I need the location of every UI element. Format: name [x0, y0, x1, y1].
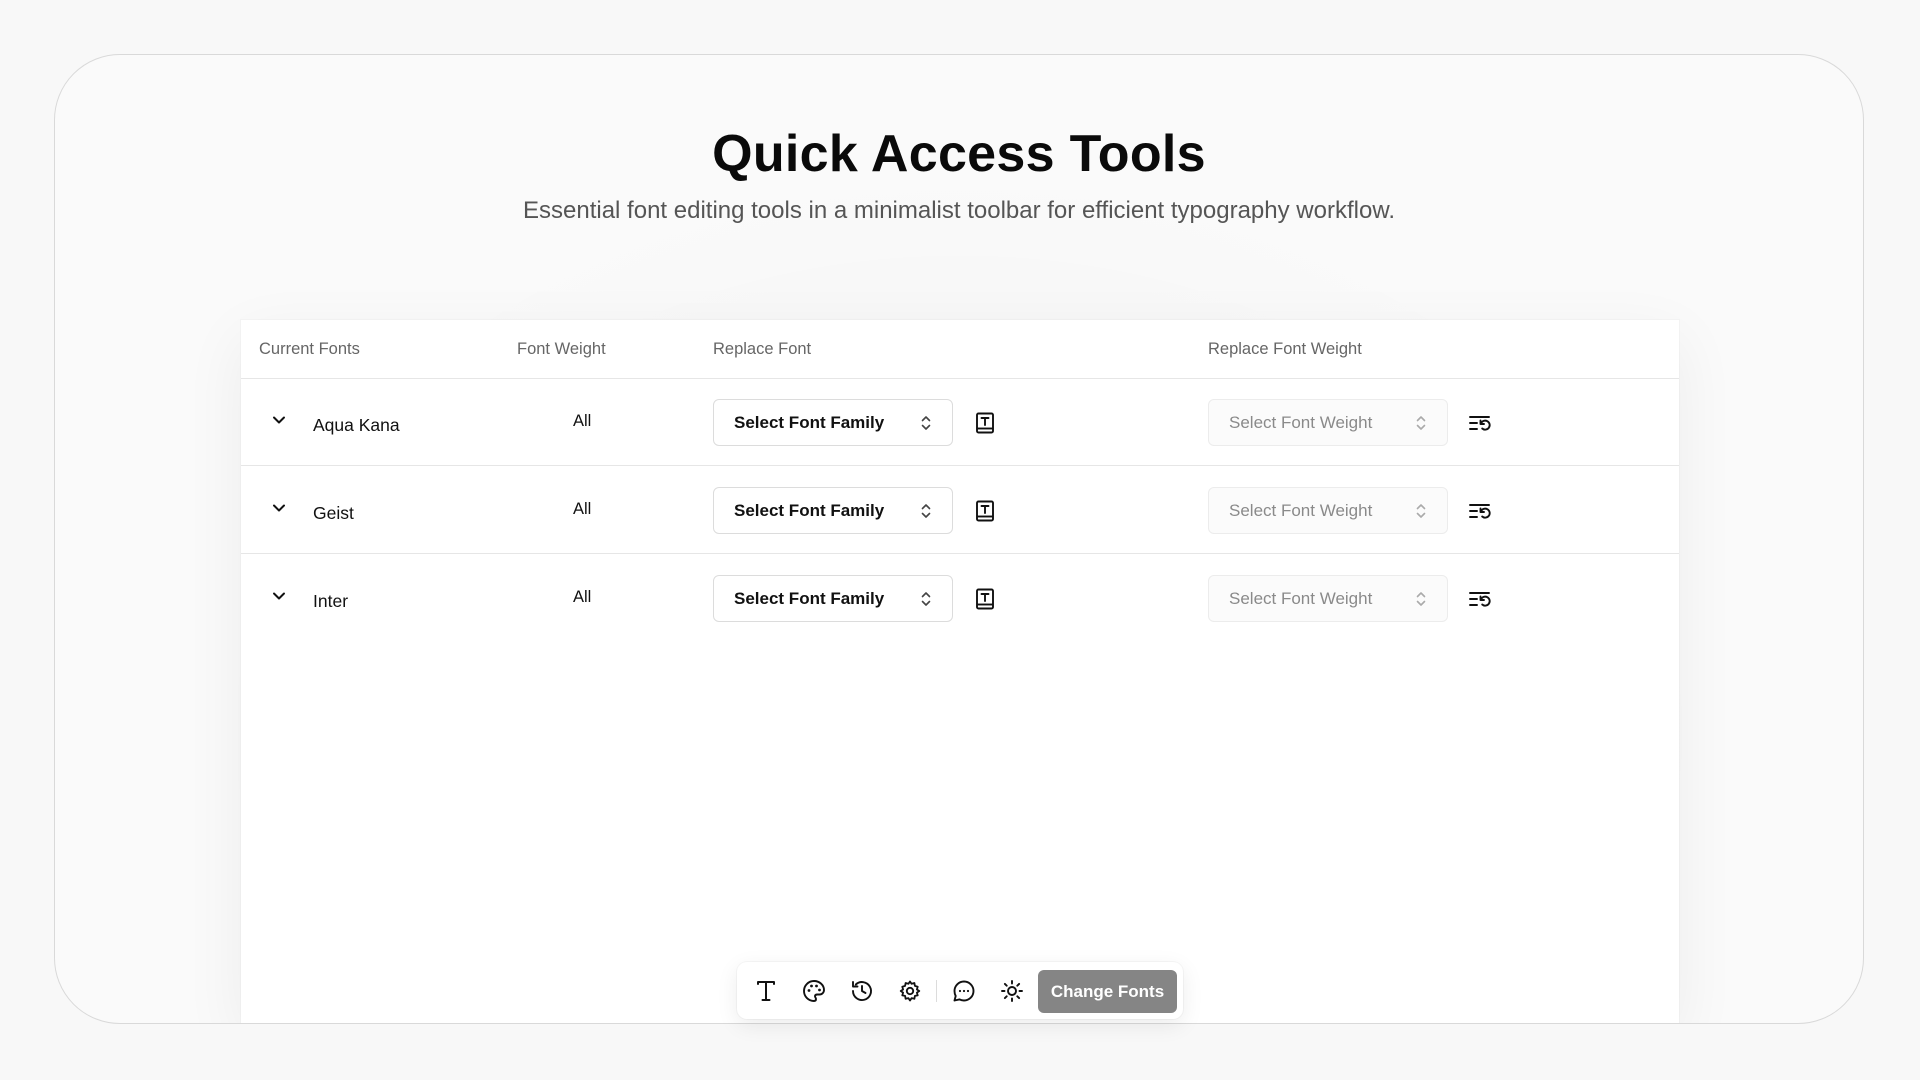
book-type-icon[interactable]: [973, 411, 997, 435]
font-weight-select[interactable]: Select Font Weight: [1208, 487, 1448, 534]
current-font-weight: All: [573, 588, 592, 606]
font-replacement-table: Current Fonts Font Weight Replace Font R…: [241, 320, 1679, 1023]
page-title: Quick Access Tools: [712, 125, 1206, 183]
font-family-select[interactable]: Select Font Family: [713, 399, 953, 446]
palette-icon[interactable]: [801, 978, 827, 1004]
font-family-select-label: Select Font Family: [734, 589, 885, 608]
column-header-font-weight: Font Weight: [517, 340, 606, 358]
quick-access-toolbar: Change Fonts: [737, 962, 1183, 1019]
app-frame: Quick Access Tools Essential font editin…: [54, 54, 1864, 1024]
font-family-select[interactable]: Select Font Family: [713, 575, 953, 622]
chevron-down-icon[interactable]: [271, 500, 287, 516]
current-font-name: Inter: [313, 591, 349, 611]
table-row: Geist All Select Font Family Select Font…: [241, 466, 1679, 554]
font-weight-select[interactable]: Select Font Weight: [1208, 575, 1448, 622]
font-family-select[interactable]: Select Font Family: [713, 487, 953, 534]
history-icon[interactable]: [849, 978, 875, 1004]
chevrons-up-down-icon: [1416, 416, 1426, 430]
chevron-down-icon[interactable]: [271, 588, 287, 604]
list-reset-icon[interactable]: [1468, 412, 1492, 436]
column-header-replace-font-weight: Replace Font Weight: [1208, 340, 1362, 358]
table-header: Current Fonts Font Weight Replace Font R…: [241, 320, 1679, 379]
chevrons-up-down-icon: [1416, 592, 1426, 606]
page-subtitle: Essential font editing tools in a minima…: [523, 197, 1395, 224]
column-header-current-fonts: Current Fonts: [259, 340, 360, 358]
book-type-icon[interactable]: [973, 499, 997, 523]
font-weight-select-label: Select Font Weight: [1229, 413, 1373, 432]
chevrons-up-down-icon: [921, 504, 931, 518]
toolbar-divider: [936, 980, 937, 1002]
book-type-icon[interactable]: [973, 587, 997, 611]
chevrons-up-down-icon: [921, 592, 931, 606]
type-icon[interactable]: [753, 978, 779, 1004]
message-circle-icon[interactable]: [951, 978, 977, 1004]
font-family-select-label: Select Font Family: [734, 501, 885, 520]
current-font-weight: All: [573, 500, 592, 518]
column-header-replace-font: Replace Font: [713, 340, 812, 358]
chevron-down-icon[interactable]: [271, 412, 287, 428]
chevrons-up-down-icon: [921, 416, 931, 430]
current-font-name: Geist: [313, 503, 354, 523]
chevrons-up-down-icon: [1416, 504, 1426, 518]
sun-icon[interactable]: [999, 978, 1025, 1004]
font-weight-select[interactable]: Select Font Weight: [1208, 399, 1448, 446]
table-row: Inter All Select Font Family Select Font…: [241, 554, 1679, 641]
current-font-weight: All: [573, 412, 592, 430]
table-row: Aqua Kana All Select Font Family Select …: [241, 378, 1679, 466]
gear-icon[interactable]: [897, 978, 923, 1004]
font-weight-select-label: Select Font Weight: [1229, 501, 1373, 520]
current-font-name: Aqua Kana: [313, 415, 400, 435]
font-family-select-label: Select Font Family: [734, 413, 885, 432]
font-weight-select-label: Select Font Weight: [1229, 589, 1373, 608]
change-fonts-button[interactable]: Change Fonts: [1038, 970, 1177, 1013]
list-reset-icon[interactable]: [1468, 500, 1492, 524]
list-reset-icon[interactable]: [1468, 588, 1492, 612]
